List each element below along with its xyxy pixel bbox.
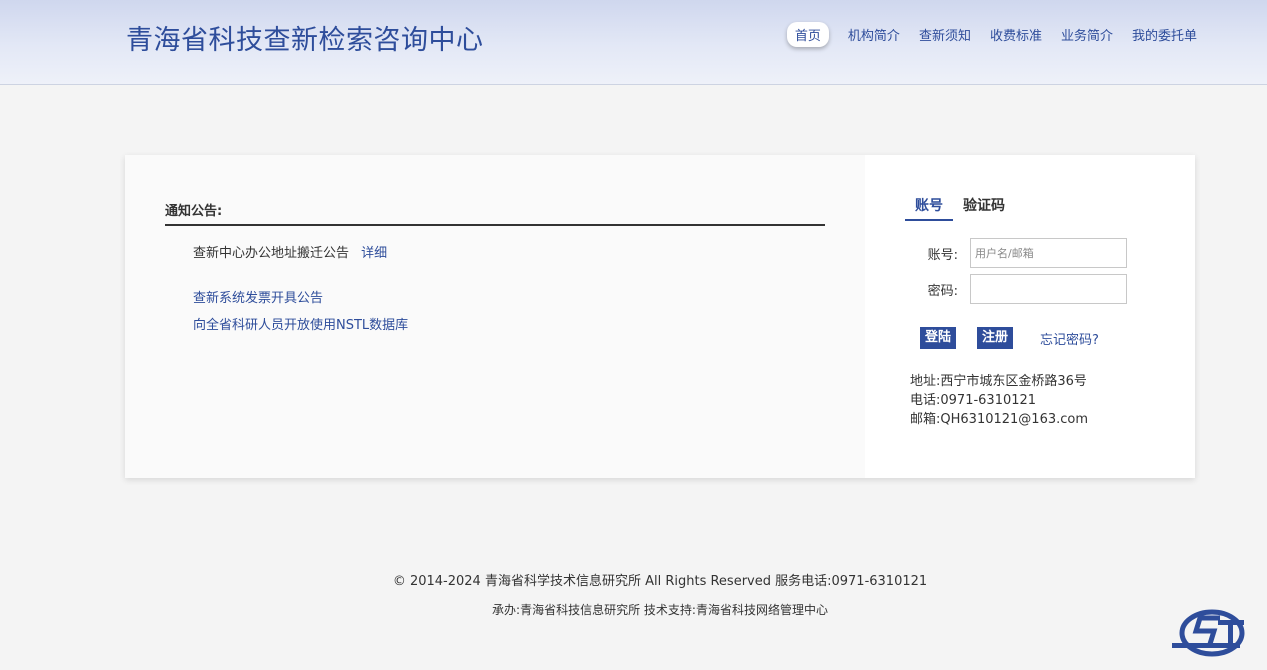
notice-item: 向全省科研人员开放使用NSTL数据库 — [193, 317, 408, 335]
tab-verification-code[interactable]: 验证码 — [953, 195, 1015, 221]
nav-my-orders[interactable]: 我的委托单 — [1132, 22, 1197, 47]
register-button[interactable]: 注册 — [977, 327, 1014, 349]
nav-about[interactable]: 机构简介 — [848, 22, 900, 47]
notice-item: 查新中心办公地址搬迁公告 详细 — [193, 245, 408, 263]
notice-link[interactable]: 查新系统发票开具公告 — [193, 291, 323, 306]
notice-heading: 通知公告: — [165, 200, 825, 226]
login-button[interactable]: 登陆 — [920, 327, 957, 349]
address-label: 地址: — [910, 374, 941, 389]
site-title: 青海省科技查新检索咨询中心 — [126, 25, 484, 56]
contact-phone: 电话:0971-6310121 — [910, 391, 1088, 410]
nav-home[interactable]: 首页 — [786, 22, 829, 47]
tab-account[interactable]: 账号 — [905, 195, 953, 221]
login-tabs: 账号 验证码 — [905, 195, 1015, 221]
password-label: 密码: — [927, 283, 958, 299]
forgot-password-link[interactable]: 忘记密码? — [1040, 329, 1099, 348]
nav-guidelines[interactable]: 查新须知 — [919, 22, 971, 47]
site-header: 青海省科技查新检索咨询中心 首页 机构简介 查新须知 收费标准 业务简介 我的委… — [0, 0, 1267, 85]
phone-value: 0971-6310121 — [940, 393, 1037, 408]
footer-credits: 承办:青海省科技信息研究所 技术支持:青海省科技网络管理中心 — [492, 603, 828, 617]
notice-link[interactable]: 向全省科研人员开放使用NSTL数据库 — [193, 318, 408, 333]
notice-list: 查新中心办公地址搬迁公告 详细 查新系统发票开具公告 向全省科研人员开放使用NS… — [193, 245, 408, 335]
notice-panel: 通知公告: 查新中心办公地址搬迁公告 详细 查新系统发票开具公告 向全省科研人员… — [125, 155, 865, 478]
notice-title: 查新中心办公地址搬迁公告 — [193, 246, 350, 261]
notice-detail-link[interactable]: 详细 — [361, 246, 387, 261]
notice-item: 查新系统发票开具公告 — [193, 290, 408, 308]
password-row: 密码: — [865, 274, 1127, 304]
contact-info: 地址:西宁市城东区金桥路36号 电话:0971-6310121 邮箱:QH631… — [910, 372, 1088, 429]
password-input[interactable] — [970, 274, 1127, 304]
main-card: 通知公告: 查新中心办公地址搬迁公告 详细 查新系统发票开具公告 向全省科研人员… — [125, 155, 1195, 478]
email-label: 邮箱: — [910, 412, 941, 427]
address-value: 西宁市城东区金桥路36号 — [940, 374, 1087, 389]
account-label: 账号: — [927, 247, 958, 263]
institute-logo-icon — [1172, 609, 1245, 657]
email-value: QH6310121@163.com — [940, 412, 1089, 427]
login-panel: 账号 验证码 账号: 密码: 登陆 注册 忘记密码? 地址:西宁市城东区金桥路3… — [865, 155, 1195, 478]
phone-label: 电话: — [910, 393, 941, 408]
contact-address: 地址:西宁市城东区金桥路36号 — [910, 372, 1088, 391]
main-nav: 首页 机构简介 查新须知 收费标准 业务简介 我的委托单 — [786, 22, 1197, 47]
account-row: 账号: — [865, 238, 1127, 268]
contact-email: 邮箱:QH6310121@163.com — [910, 410, 1088, 429]
nav-services[interactable]: 业务简介 — [1061, 22, 1113, 47]
nav-fees[interactable]: 收费标准 — [990, 22, 1042, 47]
footer-copyright: © 2014-2024 青海省科学技术信息研究所 All Rights Rese… — [392, 574, 928, 589]
account-input[interactable] — [970, 238, 1127, 268]
